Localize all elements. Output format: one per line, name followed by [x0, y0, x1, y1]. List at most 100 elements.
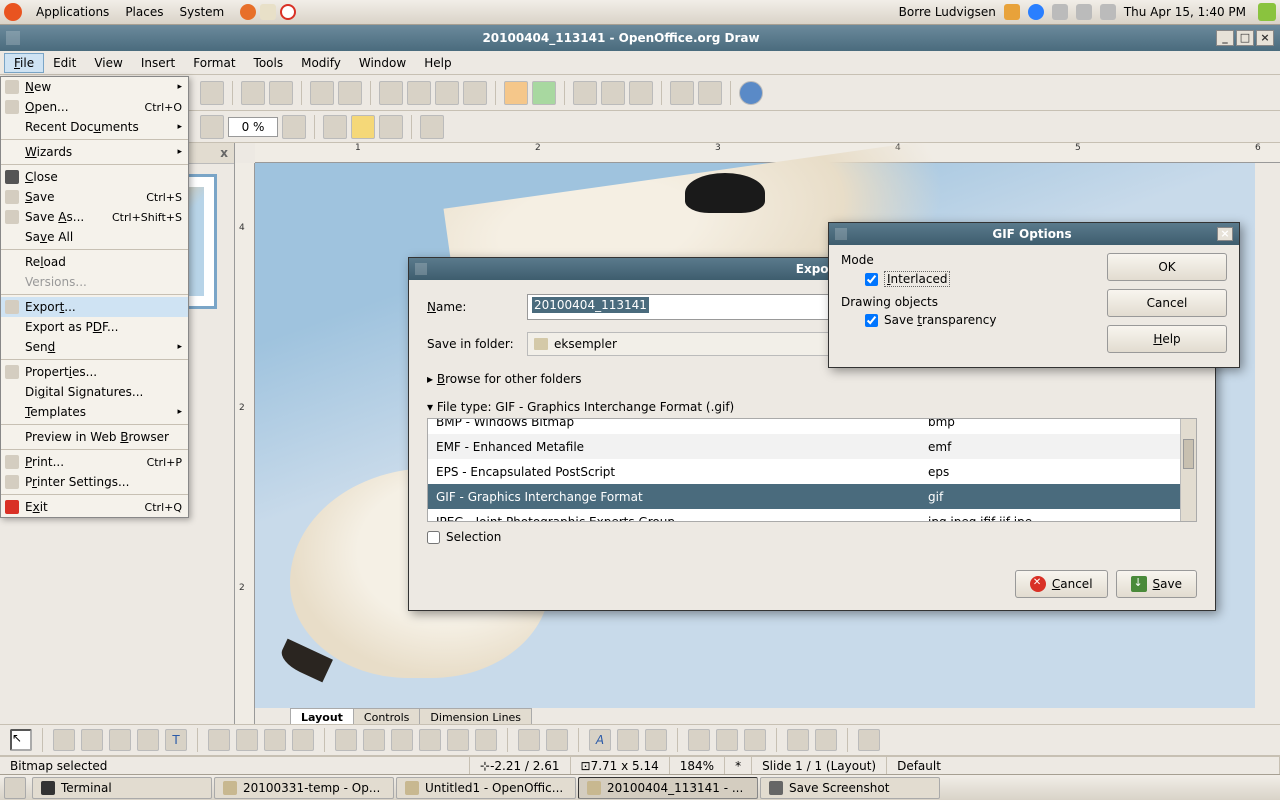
rotate-icon[interactable] [688, 729, 710, 751]
firefox-icon[interactable] [240, 4, 256, 20]
clock[interactable]: Thu Apr 15, 1:40 PM [1124, 5, 1246, 19]
browse-folders-expander[interactable]: ▸ Browse for other folders [427, 368, 1197, 390]
mail-icon[interactable] [260, 4, 276, 20]
insert-icon[interactable] [787, 729, 809, 751]
logout-icon[interactable] [1258, 3, 1276, 21]
copy-icon[interactable] [407, 81, 431, 105]
line-tool-icon[interactable] [53, 729, 75, 751]
system-menu[interactable]: System [171, 5, 232, 19]
filetype-expander[interactable]: ▾ File type: GIF - Graphics Interchange … [427, 396, 1197, 418]
line-width-field[interactable]: 0 % [228, 117, 278, 137]
print-icon[interactable] [269, 81, 293, 105]
places-menu[interactable]: Places [117, 5, 171, 19]
undo-icon[interactable] [504, 81, 528, 105]
pages-panel-close-icon[interactable]: x [220, 146, 228, 160]
cut-icon[interactable] [379, 81, 403, 105]
export-cancel-button[interactable]: Cancel [1015, 570, 1108, 598]
connector-icon[interactable] [236, 729, 258, 751]
filetype-row[interactable]: JPEG - Joint Photographic Experts Groupj… [428, 509, 1196, 522]
menu-save-all[interactable]: Save All [1, 227, 188, 247]
bluetooth-icon[interactable] [1028, 4, 1044, 20]
applications-menu[interactable]: Applications [28, 5, 117, 19]
filetype-row-selected[interactable]: GIF - Graphics Interchange Formatgif [428, 484, 1196, 509]
points-icon[interactable] [518, 729, 540, 751]
keyring-icon[interactable] [1004, 4, 1020, 20]
maximize-button[interactable]: □ [1236, 30, 1254, 46]
help-toolbar-icon[interactable] [739, 81, 763, 105]
flowchart-icon[interactable] [419, 729, 441, 751]
menu-save[interactable]: SaveCtrl+S [1, 187, 188, 207]
task-ooo-2[interactable]: Untitled1 - OpenOffic... [396, 777, 576, 799]
gif-cancel-button[interactable]: Cancel [1107, 289, 1227, 317]
menu-send[interactable]: Send▸ [1, 337, 188, 357]
show-desktop-icon[interactable] [4, 777, 26, 799]
network-icon[interactable] [1076, 4, 1092, 20]
window-titlebar[interactable]: 20100404_113141 - OpenOffice.org Draw _ … [0, 25, 1280, 51]
align-icon[interactable] [716, 729, 738, 751]
zoom-icon[interactable] [670, 81, 694, 105]
gallery-icon[interactable] [645, 729, 667, 751]
menu-reload[interactable]: Reload [1, 252, 188, 272]
menu-properties[interactable]: Properties... [1, 362, 188, 382]
filetype-row[interactable]: EMF - Enhanced Metafileemf [428, 434, 1196, 459]
task-screenshot[interactable]: Save Screenshot [760, 777, 940, 799]
menu-close[interactable]: Close [1, 167, 188, 187]
menu-export-pdf[interactable]: Export as PDF... [1, 317, 188, 337]
text-icon[interactable]: T [165, 729, 187, 751]
menu-new[interactable]: New▸ [1, 77, 188, 97]
status-zoom[interactable]: 184% [670, 757, 725, 774]
symbol-shapes-icon[interactable] [363, 729, 385, 751]
search-icon[interactable] [1052, 4, 1068, 20]
curve-icon[interactable] [208, 729, 230, 751]
menu-exit[interactable]: ExitCtrl+Q [1, 497, 188, 517]
chart-icon[interactable] [573, 81, 597, 105]
fill-color-icon[interactable] [351, 115, 375, 139]
horizontal-ruler[interactable]: 1 2 3 4 5 6 [255, 143, 1280, 163]
arrange-icon[interactable] [744, 729, 766, 751]
autospell-icon[interactable] [338, 81, 362, 105]
menu-window[interactable]: Window [350, 54, 415, 72]
menu-preview[interactable]: Preview in Web Browser [1, 427, 188, 447]
selection-checkbox[interactable]: Selection [427, 530, 1197, 544]
ellipse-icon[interactable] [137, 729, 159, 751]
line-color-icon[interactable] [282, 115, 306, 139]
menu-view[interactable]: View [85, 54, 131, 72]
block-arrows-icon[interactable] [391, 729, 413, 751]
basic-shapes-icon[interactable] [335, 729, 357, 751]
menu-recent[interactable]: Recent Documents▸ [1, 117, 188, 137]
arrow-line-icon[interactable] [81, 729, 103, 751]
gluepoints-icon[interactable] [546, 729, 568, 751]
filetype-row[interactable]: EPS - Encapsulated PostScripteps [428, 459, 1196, 484]
interlaced-checkbox[interactable]: Interlaced [841, 271, 1107, 287]
from-file-icon[interactable] [617, 729, 639, 751]
help-icon[interactable] [280, 4, 296, 20]
stars-icon[interactable] [475, 729, 497, 751]
filetype-row[interactable]: BMP - Windows Bitmapbmp [428, 418, 1196, 434]
menu-insert[interactable]: Insert [132, 54, 184, 72]
task-terminal[interactable]: Terminal [32, 777, 212, 799]
gif-dialog-titlebar[interactable]: GIF Options × [829, 223, 1239, 245]
menu-save-as[interactable]: Save As...Ctrl+Shift+S [1, 207, 188, 227]
export-save-button[interactable]: Save [1116, 570, 1197, 598]
fontwork-icon[interactable]: A [589, 729, 611, 751]
menu-open[interactable]: Open...Ctrl+O [1, 97, 188, 117]
area-style-icon[interactable] [323, 115, 347, 139]
spellcheck-icon[interactable] [310, 81, 334, 105]
menu-help[interactable]: Help [415, 54, 460, 72]
edit-file-icon[interactable] [200, 81, 224, 105]
volume-icon[interactable] [1100, 4, 1116, 20]
paste-icon[interactable] [435, 81, 459, 105]
filetype-scrollbar[interactable] [1180, 419, 1196, 521]
crop-icon[interactable] [420, 115, 444, 139]
gif-ok-button[interactable]: OK [1107, 253, 1227, 281]
menu-export[interactable]: Export... [1, 297, 188, 317]
menu-wizards[interactable]: Wizards▸ [1, 142, 188, 162]
close-button[interactable]: × [1256, 30, 1274, 46]
vertical-ruler[interactable]: 4 2 2 [235, 163, 255, 730]
arrow-style-icon[interactable] [200, 115, 224, 139]
callouts-icon[interactable] [447, 729, 469, 751]
shadow-icon[interactable] [379, 115, 403, 139]
hyperlink-icon[interactable] [601, 81, 625, 105]
select-tool-icon[interactable]: ↖ [10, 729, 32, 751]
menu-modify[interactable]: Modify [292, 54, 350, 72]
